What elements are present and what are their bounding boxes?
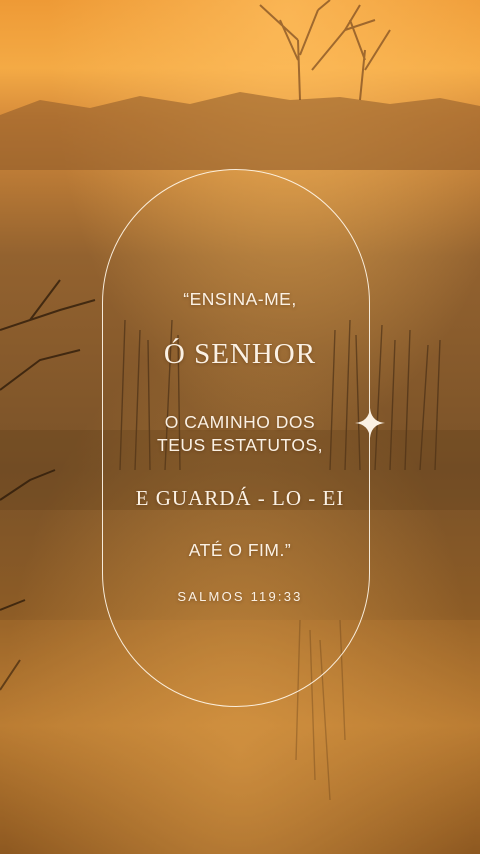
quote-line-6: ATÉ O FIM.” xyxy=(188,540,292,560)
quote-line-3: O CAMINHO DOS xyxy=(164,412,316,432)
quote-line-5: E GUARDÁ - LO - EI xyxy=(135,486,345,510)
quote-line-2: Ó SENHOR xyxy=(163,338,317,370)
scripture-reference: SALMOS 119:33 xyxy=(177,589,303,604)
quote-line-4: TEUS ESTATUTOS, xyxy=(157,435,323,455)
quote-line-1: “ENSINA-ME, xyxy=(183,289,297,309)
